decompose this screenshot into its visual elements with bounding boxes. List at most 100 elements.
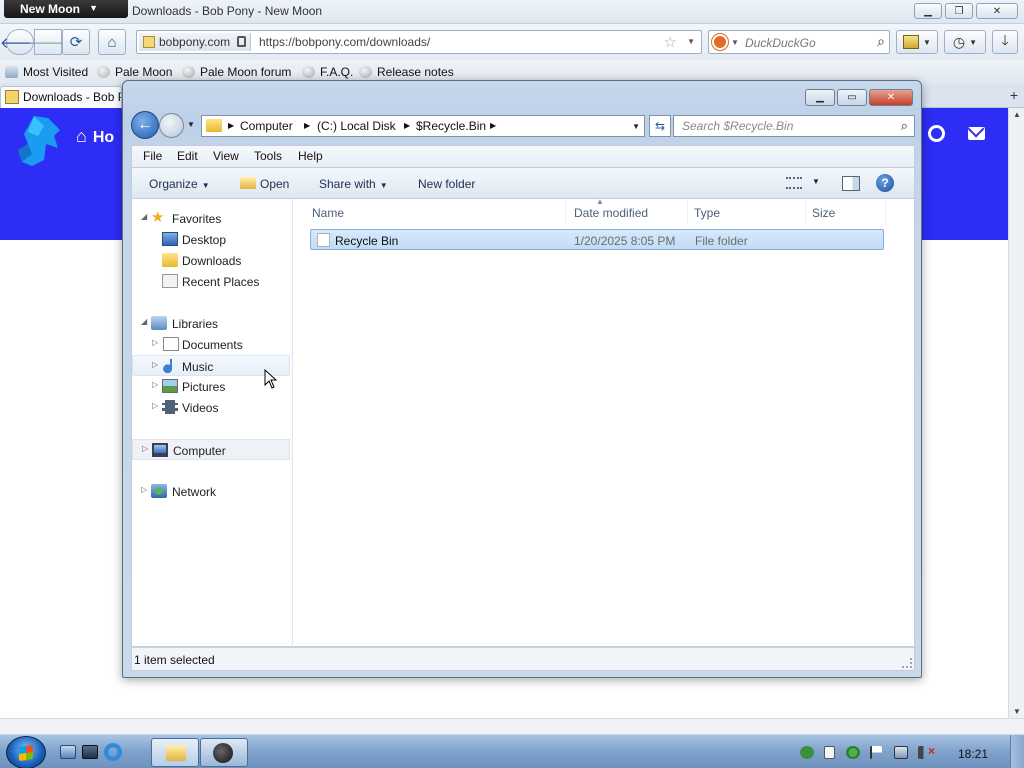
explorer-refresh-button[interactable]: ⇆ — [649, 115, 671, 137]
downloads-button[interactable]: 🡓 — [992, 30, 1018, 54]
internet-explorer-icon[interactable] — [104, 743, 122, 761]
taskbar-browser-button[interactable] — [200, 738, 248, 767]
page-vertical-scrollbar[interactable]: ▲ ▼ — [1008, 108, 1024, 718]
column-header-name[interactable]: Name — [294, 199, 566, 225]
home-button[interactable]: ⌂ — [98, 29, 126, 55]
menu-tools[interactable]: Tools — [254, 149, 282, 163]
restore-button[interactable]: ❐ — [945, 3, 973, 19]
document-tray-icon[interactable] — [824, 746, 835, 759]
bookmark-release-notes[interactable]: Release notes — [359, 65, 454, 79]
tree-recent-places[interactable]: Recent Places — [132, 271, 290, 292]
help-icon[interactable]: ? — [876, 174, 894, 192]
tab-downloads-bob-pony[interactable]: Downloads - Bob Pony — [0, 86, 122, 108]
url-text[interactable]: https://bobpony.com/downloads/ — [259, 35, 430, 49]
column-header-size[interactable]: Size — [806, 199, 886, 225]
email-icon[interactable] — [968, 127, 985, 140]
duckduckgo-icon[interactable] — [712, 34, 728, 50]
menu-edit[interactable]: Edit — [177, 149, 198, 163]
share-with-button[interactable]: Share with ▼ — [319, 177, 388, 191]
expanded-arrow-icon[interactable]: ◢ — [141, 317, 147, 326]
history-menu-button[interactable]: ◷ ▼ — [944, 30, 986, 54]
action-center-flag-icon[interactable] — [870, 746, 882, 759]
tree-downloads[interactable]: Downloads — [132, 250, 290, 271]
tree-network[interactable]: ▷ Network — [132, 481, 290, 502]
column-header-type[interactable]: Type — [688, 199, 806, 225]
tree-videos[interactable]: ▷ Videos — [132, 397, 290, 418]
breadcrumb-local-disk[interactable]: (C:) Local Disk — [317, 119, 396, 133]
security-tray-icon[interactable] — [846, 746, 860, 759]
search-icon[interactable]: ⌕ — [877, 33, 885, 50]
explorer-search-input[interactable]: Search $Recycle.Bin ⌕ — [673, 115, 915, 137]
app-menu-button[interactable]: New Moon ▼ — [4, 0, 128, 18]
tree-favorites[interactable]: ◢ ★ Favorites — [132, 208, 290, 229]
network-connection-icon[interactable] — [894, 746, 908, 759]
url-dropdown-icon[interactable]: ▼ — [687, 37, 695, 46]
bookmark-most-visited[interactable]: Most Visited — [5, 65, 88, 79]
forward-button[interactable]: 🡒 — [28, 29, 68, 55]
network-tray-icon[interactable] — [800, 746, 814, 759]
breadcrumb-computer[interactable]: Computer — [240, 119, 293, 133]
tree-documents[interactable]: ▷ Documents — [132, 334, 290, 355]
switch-windows-icon[interactable] — [82, 745, 98, 759]
bookmark-pale-moon[interactable]: Pale Moon — [97, 65, 172, 79]
breadcrumb-separator-icon[interactable]: ▶ — [228, 121, 234, 130]
page-horizontal-scrollbar[interactable] — [0, 718, 1024, 734]
explorer-close-button[interactable]: ✕ — [869, 89, 913, 106]
bookmarks-menu-button[interactable]: ▼ — [896, 30, 938, 54]
organize-button[interactable]: Organize ▼ — [149, 177, 210, 191]
collapsed-arrow-icon[interactable]: ▷ — [141, 485, 147, 494]
preview-pane-icon[interactable] — [842, 176, 860, 191]
menu-help[interactable]: Help — [298, 149, 323, 163]
url-bar[interactable]: bobpony.com https://bobpony.com/download… — [136, 30, 702, 54]
nav-home-link[interactable]: ⌂ Ho — [76, 126, 114, 147]
scroll-down-icon[interactable]: ▼ — [1013, 707, 1021, 716]
taskbar-explorer-button[interactable] — [151, 738, 199, 767]
search-bar[interactable]: ▼ DuckDuckGo ⌕ — [708, 30, 890, 54]
site-identity-button[interactable]: bobpony.com — [139, 33, 251, 51]
bookmark-faq[interactable]: F.A.Q. — [302, 65, 353, 79]
tree-computer[interactable]: ▷ Computer — [132, 439, 290, 460]
breadcrumb-separator-icon[interactable]: ▶ — [404, 121, 410, 130]
pony-logo-icon[interactable] — [14, 114, 62, 168]
github-icon[interactable] — [928, 125, 945, 142]
address-dropdown-icon[interactable]: ▼ — [632, 122, 640, 131]
bookmark-star-icon[interactable]: ☆ — [664, 33, 677, 51]
menu-view[interactable]: View — [213, 149, 239, 163]
change-view-icon[interactable] — [786, 177, 802, 189]
address-bar[interactable]: ▶ Computer ▶ (C:) Local Disk ▶ $Recycle.… — [201, 115, 645, 137]
explorer-minimize-button[interactable]: ▁ — [805, 89, 835, 106]
collapsed-arrow-icon[interactable]: ▷ — [142, 444, 148, 453]
collapsed-arrow-icon[interactable]: ▷ — [152, 401, 158, 410]
open-button[interactable]: Open — [240, 177, 289, 191]
close-button[interactable]: ✕ — [976, 3, 1018, 19]
collapsed-arrow-icon[interactable]: ▷ — [152, 360, 158, 369]
resize-grip-icon[interactable] — [902, 658, 912, 668]
explorer-forward-button[interactable] — [159, 113, 184, 138]
minimize-button[interactable]: ▁ — [914, 3, 942, 19]
show-desktop-quicklaunch-icon[interactable] — [60, 745, 76, 759]
explorer-back-button[interactable]: ← — [131, 111, 159, 139]
menu-file[interactable]: File — [143, 149, 162, 163]
view-options-dropdown-icon[interactable]: ▼ — [812, 177, 820, 186]
reload-button[interactable]: ⟳ — [62, 29, 90, 55]
breadcrumb-separator-icon[interactable]: ▶ — [304, 121, 310, 130]
tree-desktop[interactable]: Desktop — [132, 229, 290, 250]
recent-locations-icon[interactable]: ▼ — [187, 120, 195, 129]
breadcrumb-recycle-bin-folder[interactable]: $Recycle.Bin — [416, 119, 486, 133]
file-row-recycle-bin[interactable]: Recycle Bin 1/20/2025 8:05 PM File folde… — [310, 229, 884, 250]
column-header-date-modified[interactable]: Date modified — [566, 199, 688, 225]
start-button[interactable] — [6, 736, 46, 768]
new-tab-button[interactable]: + — [1010, 87, 1018, 103]
system-clock[interactable]: 18:21 — [958, 747, 988, 761]
search-icon[interactable]: ⌕ — [901, 118, 908, 134]
expanded-arrow-icon[interactable]: ◢ — [141, 212, 147, 221]
collapsed-arrow-icon[interactable]: ▷ — [152, 338, 158, 347]
scroll-up-icon[interactable]: ▲ — [1013, 110, 1021, 119]
show-desktop-button[interactable] — [1010, 735, 1024, 768]
new-folder-button[interactable]: New folder — [418, 177, 475, 191]
bookmark-pale-moon-forum[interactable]: Pale Moon forum — [182, 65, 291, 79]
tree-libraries[interactable]: ◢ Libraries — [132, 313, 290, 334]
collapsed-arrow-icon[interactable]: ▷ — [152, 380, 158, 389]
explorer-maximize-button[interactable]: ▭ — [837, 89, 867, 106]
breadcrumb-separator-icon[interactable]: ▶ — [490, 121, 496, 130]
